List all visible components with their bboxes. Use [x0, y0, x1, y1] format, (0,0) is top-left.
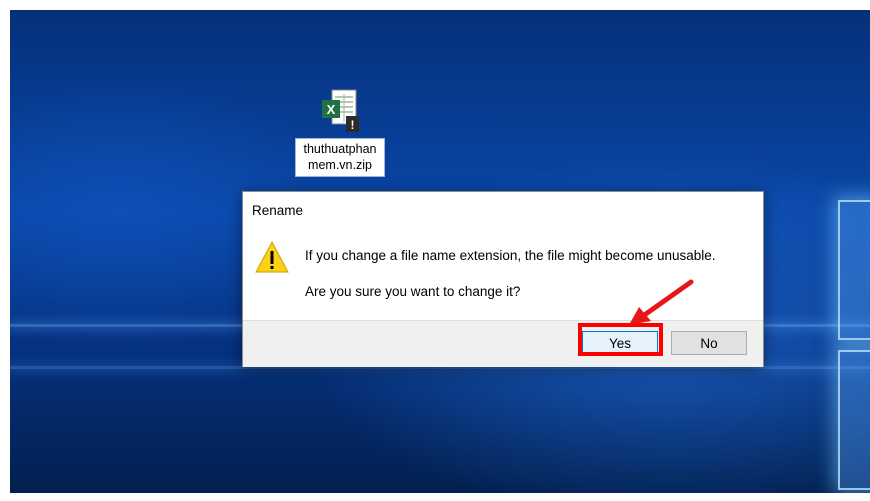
dialog-question: Are you sure you want to change it?: [305, 284, 521, 299]
no-button[interactable]: No: [671, 331, 747, 355]
warning-icon: [255, 240, 289, 273]
red-arrow-annotation: [629, 279, 694, 325]
windows-logo: [838, 200, 870, 493]
dialog-title: Rename: [252, 203, 304, 218]
svg-text:X: X: [327, 102, 336, 117]
file-name-label[interactable]: thuthuatphanmem.vn.zip: [295, 138, 385, 177]
file-name-text: thuthuatphanmem.vn.zip: [303, 142, 377, 172]
desktop-file-icon[interactable]: X ! thuthuatphanmem.vn.zip: [291, 88, 389, 177]
excel-file-warning-icon: X !: [322, 89, 359, 132]
svg-text:!: !: [351, 118, 355, 132]
dialog-message: If you change a file name extension, the…: [305, 248, 716, 263]
